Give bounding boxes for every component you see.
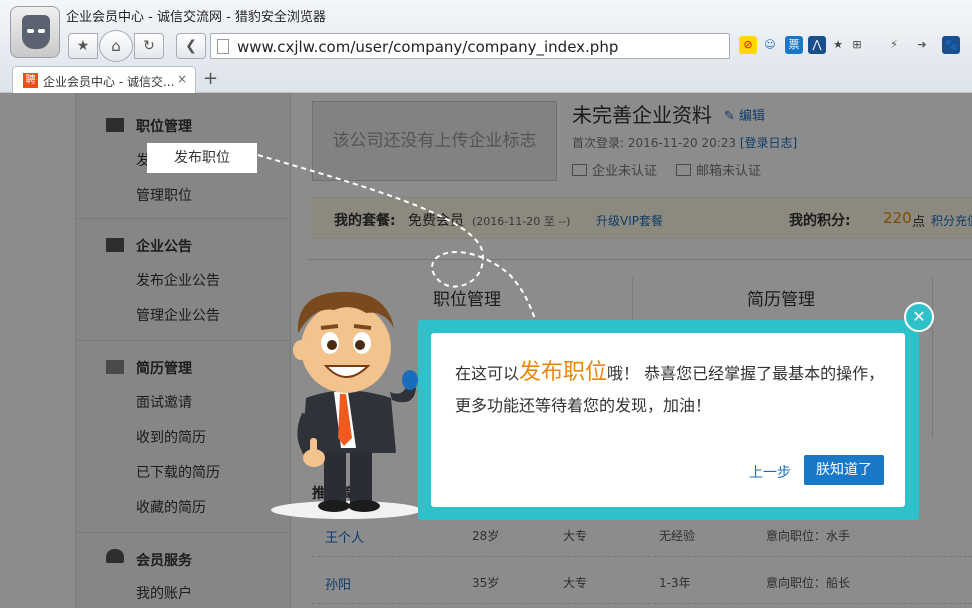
tab-close-icon[interactable]: × bbox=[177, 72, 187, 86]
page-icon bbox=[217, 39, 229, 54]
sidebar-group-notices: 企业公告 发布企业公告 管理企业公告 bbox=[76, 219, 291, 341]
sidebar-item-downloaded[interactable]: 已下载的简历 bbox=[136, 462, 220, 482]
chat-icon[interactable]: ☺ bbox=[761, 36, 779, 54]
points-unit: 点 bbox=[912, 215, 926, 230]
guide-prev-button[interactable]: 上一步 bbox=[749, 462, 791, 482]
sidebar-group-resumes: 简历管理 面试邀请 收到的简历 已下载的简历 收藏的简历 bbox=[76, 341, 291, 533]
forward-icon[interactable]: ➔ bbox=[913, 36, 931, 54]
resume-intent: 意向职位：水手 bbox=[766, 529, 851, 543]
guide-text-before: 在这可以 bbox=[455, 364, 520, 383]
mascot-illustration bbox=[271, 291, 421, 519]
tab-bar: 聘 企业会员中心 - 诚信交... × + bbox=[0, 64, 972, 93]
guide-text-highlight: 发布职位 bbox=[519, 360, 608, 385]
guide-dialog: 在这可以发布职位哦！ 恭喜您已经掌握了最基本的操作，更多功能还等待着您的发现，加… bbox=[431, 333, 905, 507]
points-label: 我的积分: bbox=[789, 213, 851, 229]
sidebar-group-services: 会员服务 我的账户 bbox=[76, 533, 291, 608]
plan-value: 免费会员 bbox=[408, 213, 464, 229]
last-login: 首次登录: 2016-11-20 20:23 [登录日志] bbox=[572, 134, 797, 151]
last-login-time: 2016-11-20 20:23 bbox=[627, 136, 737, 150]
table-row[interactable]: 孙阳 35岁 大专 1-3年 意向职位：船长 bbox=[312, 558, 972, 604]
bookmark-star-icon[interactable]: ★ bbox=[829, 36, 847, 54]
company-verify-label: 企业未认证 bbox=[592, 164, 658, 179]
guide-message: 在这可以发布职位哦！ 恭喜您已经掌握了最基本的操作，更多功能还等待着您的发现，加… bbox=[455, 357, 895, 422]
edit-label: 编辑 bbox=[739, 109, 766, 124]
resume-education: 大专 bbox=[563, 529, 588, 543]
sidebar-item-manage-jobs[interactable]: 管理职位 bbox=[136, 185, 192, 205]
id-card-icon bbox=[572, 164, 587, 176]
sidebar-item-manage-notices[interactable]: 管理企业公告 bbox=[136, 305, 220, 325]
guide-ok-button[interactable]: 朕知道了 bbox=[804, 455, 884, 485]
upgrade-vip-link[interactable]: 升级VIP套餐 bbox=[596, 212, 663, 229]
plan-bar: 我的套餐: 免费会员 (2016-11-20 至 --) 升级VIP套餐 我的积… bbox=[312, 197, 972, 239]
browser-chrome: 企业会员中心 - 诚信交流网 - 猎豹安全浏览器 ★ ⌂ ↻ ❮ www.cxj… bbox=[0, 0, 972, 93]
company-name: 未完善企业资料 bbox=[572, 103, 712, 127]
qrcode-icon[interactable]: ⊞ bbox=[848, 36, 866, 54]
folder-icon bbox=[106, 118, 124, 132]
email-verify-label: 邮箱未认证 bbox=[696, 164, 762, 179]
plan-dates: (2016-11-20 至 --) bbox=[472, 215, 571, 228]
favorites-star-icon[interactable]: ★ bbox=[68, 33, 98, 59]
paw-icon[interactable]: 🐾 bbox=[942, 36, 960, 54]
resume-intent: 意向职位：船长 bbox=[766, 576, 851, 590]
panel-divider bbox=[932, 278, 933, 438]
sidebar-heading: 会员服务 bbox=[136, 553, 192, 569]
adblock-icon[interactable]: ⊘ bbox=[739, 36, 757, 54]
tab-company-center[interactable]: 聘 企业会员中心 - 诚信交... × bbox=[12, 66, 196, 93]
resume-experience: 无经验 bbox=[659, 529, 696, 543]
resume-education: 大专 bbox=[563, 576, 588, 590]
user-icon bbox=[106, 549, 124, 563]
translate-icon[interactable]: ⋀ bbox=[808, 36, 826, 54]
guide-close-icon[interactable]: ✕ bbox=[904, 302, 934, 332]
ticket-icon[interactable]: 票 bbox=[785, 36, 803, 54]
plan-label: 我的套餐: bbox=[334, 213, 396, 229]
login-log-link[interactable]: [登录日志] bbox=[740, 136, 797, 150]
guide-dialog-frame: 在这可以发布职位哦！ 恭喜您已经掌握了最基本的操作，更多功能还等待着您的发现，加… bbox=[418, 320, 919, 520]
address-bar[interactable]: www.cxjlw.com/user/company/company_index… bbox=[210, 33, 730, 59]
new-tab-icon[interactable]: + bbox=[203, 68, 218, 89]
back-icon[interactable]: ❮ bbox=[176, 33, 206, 59]
sidebar-item-interviews[interactable]: 面试邀请 bbox=[136, 392, 192, 412]
resume-age: 35岁 bbox=[472, 576, 500, 590]
resume-experience: 1-3年 bbox=[659, 576, 691, 590]
at-icon bbox=[106, 360, 124, 374]
tab-favicon: 聘 bbox=[23, 73, 38, 88]
recharge-link[interactable]: 积分充值 bbox=[931, 212, 972, 229]
sidebar-item-account[interactable]: 我的账户 bbox=[136, 583, 192, 603]
sidebar-item-received[interactable]: 收到的简历 bbox=[136, 427, 206, 447]
panel-resumes-heading: 简历管理 bbox=[747, 290, 815, 310]
sidebar-item-favorites[interactable]: 收藏的简历 bbox=[136, 497, 206, 517]
tab-title: 企业会员中心 - 诚信交... bbox=[43, 75, 175, 89]
panel-jobs-heading: 职位管理 bbox=[433, 290, 501, 310]
edit-link[interactable]: ✎ 编辑 bbox=[724, 105, 765, 124]
sidebar-item-post-notice[interactable]: 发布企业公告 bbox=[136, 270, 220, 290]
email-verify-status[interactable]: 邮箱未认证 bbox=[676, 160, 761, 179]
address-url[interactable]: www.cxjlw.com/user/company/company_index… bbox=[237, 38, 618, 56]
refresh-icon[interactable]: ↻ bbox=[134, 33, 164, 59]
sidebar-heading: 企业公告 bbox=[136, 239, 192, 255]
folder-icon bbox=[106, 238, 124, 252]
resume-name[interactable]: 王个人 bbox=[325, 527, 364, 546]
resume-name[interactable]: 孙阳 bbox=[325, 574, 351, 593]
mail-icon bbox=[676, 164, 691, 176]
speedup-icon[interactable]: ⚡ bbox=[885, 36, 903, 54]
points-value: 220 bbox=[883, 209, 912, 227]
sidebar-heading: 简历管理 bbox=[136, 361, 192, 377]
company-verify-status[interactable]: 企业未认证 bbox=[572, 160, 657, 179]
company-logo-placeholder[interactable]: 该公司还没有上传企业标志 bbox=[312, 101, 557, 181]
window-title: 企业会员中心 - 诚信交流网 - 猎豹安全浏览器 bbox=[66, 10, 326, 25]
home-icon[interactable]: ⌂ bbox=[99, 30, 133, 62]
resume-age: 28岁 bbox=[472, 529, 500, 543]
browser-logo[interactable] bbox=[10, 6, 60, 58]
guide-highlight-post-job[interactable]: 发布职位 bbox=[147, 143, 257, 173]
last-login-label: 首次登录: bbox=[572, 136, 625, 150]
sidebar-heading: 职位管理 bbox=[136, 119, 192, 135]
edit-icon: ✎ bbox=[724, 109, 740, 124]
